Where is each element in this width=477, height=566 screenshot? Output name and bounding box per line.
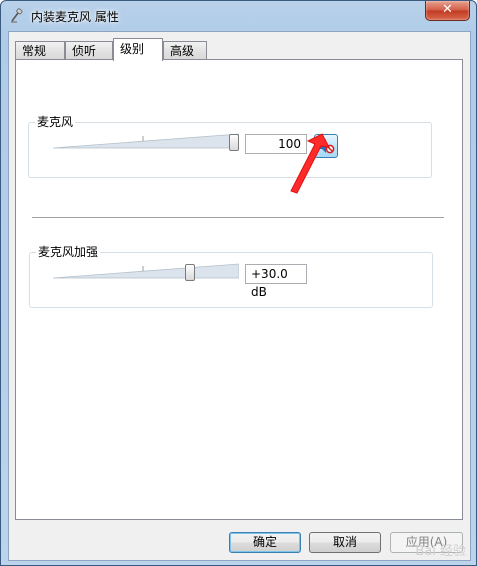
window-title: 内装麦克风 属性 [31, 10, 119, 24]
title-bar[interactable]: 内装麦克风 属性 ✕ [1, 1, 476, 31]
boost-label: 麦克风加强 [36, 245, 101, 259]
ok-button[interactable]: 确定 [229, 532, 301, 553]
levels-panel: 麦克风 100 麦克风加强 +30.0 dB [15, 59, 463, 520]
microphone-slider-track[interactable] [53, 130, 239, 154]
tab-listen[interactable]: 侦听 [65, 41, 113, 59]
microphone-value-field[interactable]: 100 [245, 134, 307, 154]
close-icon: ✕ [442, 2, 453, 17]
close-button[interactable]: ✕ [425, 1, 470, 21]
microphone-label: 麦克风 [35, 115, 76, 129]
cancel-button[interactable]: 取消 [309, 532, 381, 553]
microphone-icon [11, 8, 23, 23]
dialog-client: 常规 侦听 级别 高级 麦克风 100 麦克风加强 +30.0 dB 确定 取消… [8, 31, 471, 561]
watermark: Bai 经验 [415, 544, 466, 559]
boost-slider-track[interactable] [53, 260, 239, 284]
boost-value-field[interactable]: +30.0 dB [245, 264, 307, 299]
section-divider [32, 217, 444, 219]
mute-button[interactable] [314, 134, 338, 158]
properties-window: 内装麦克风 属性 ✕ 常规 侦听 级别 高级 麦克风 100 麦克风加强 +30… [0, 0, 477, 566]
boost-slider-thumb[interactable] [185, 264, 195, 281]
tab-general[interactable]: 常规 [15, 41, 65, 59]
microphone-slider-thumb[interactable] [229, 134, 239, 151]
tab-levels[interactable]: 级别 [113, 38, 163, 61]
speaker-muted-icon [319, 139, 335, 154]
tab-advanced[interactable]: 高级 [163, 41, 207, 59]
